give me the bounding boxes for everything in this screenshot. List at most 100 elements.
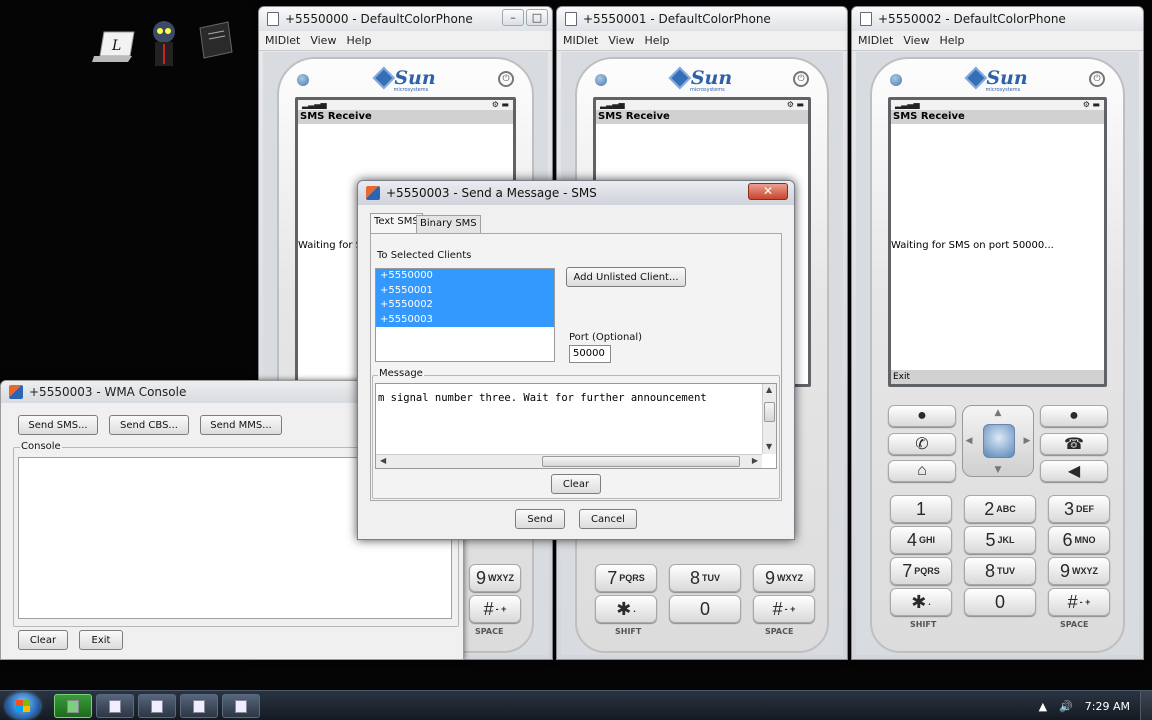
sun-logo: Sun	[372, 66, 436, 90]
key-hash[interactable]: # - +	[469, 595, 521, 623]
key-5[interactable]: 5 JKL	[964, 526, 1036, 554]
close-button[interactable]: ✕	[748, 183, 788, 200]
dialog-title: +5550003 - Send a Message - SMS	[386, 186, 597, 200]
power-icon[interactable]: ⏻	[793, 71, 809, 87]
clock[interactable]: 7:29 AM	[1085, 700, 1130, 713]
power-icon[interactable]: ⏻	[1089, 71, 1105, 87]
taskbar-app-4[interactable]	[222, 694, 260, 718]
soft-right-key[interactable]: ●	[1040, 405, 1108, 427]
sun-subtitle: microsystems	[985, 87, 1021, 93]
tab-binary-sms[interactable]: Binary SMS	[416, 215, 481, 233]
sun-logo: Sun	[668, 66, 732, 90]
send-button[interactable]: Send	[515, 509, 565, 529]
soft-left-key[interactable]: ●	[888, 405, 956, 427]
key-2[interactable]: 2 ABC	[964, 495, 1036, 523]
list-item[interactable]: +5550000	[376, 269, 554, 284]
menu-help[interactable]: Help	[939, 34, 964, 47]
console-title: +5550003 - WMA Console	[29, 385, 187, 399]
emulator-title-bar[interactable]: +5550000 - DefaultColorPhone – □	[259, 7, 552, 31]
key-1[interactable]: 1	[890, 495, 952, 523]
menu-midlet[interactable]: MIDlet	[858, 34, 893, 47]
select-button[interactable]	[982, 424, 1015, 458]
to-selected-clients-label: To Selected Clients	[377, 250, 472, 261]
menu-help[interactable]: Help	[644, 34, 669, 47]
key-7[interactable]: 7 PQRS	[595, 564, 657, 592]
list-item[interactable]: +5550001	[376, 283, 554, 298]
message-clear-button[interactable]: Clear	[551, 474, 601, 494]
menu-view[interactable]: View	[608, 34, 634, 47]
key-7[interactable]: 7 PQRS	[890, 557, 952, 585]
phone-body: Sun microsystems ⏻ ▂▃▄▅ ⚙ ▬ SMS Receive W…	[870, 57, 1125, 653]
message-textarea[interactable]: m signal number three. Wait for further …	[375, 383, 777, 469]
key-hash[interactable]: # - +	[1048, 588, 1110, 616]
port-field[interactable]: 50000	[569, 345, 611, 363]
console-clear-button[interactable]: Clear	[18, 630, 68, 650]
menu-view[interactable]: View	[903, 34, 929, 47]
key-9[interactable]: 9 WXYZ	[753, 564, 815, 592]
key-hash[interactable]: # - +	[753, 595, 815, 623]
message-text: m signal number three. Wait for further …	[378, 392, 707, 404]
character-desktop-icon[interactable]	[144, 18, 184, 70]
minimize-button[interactable]: –	[502, 9, 524, 26]
call-key[interactable]: ✆	[888, 433, 956, 455]
soft-key-exit[interactable]: Exit	[891, 370, 1104, 384]
home-key[interactable]: ⌂	[888, 460, 956, 482]
end-call-key[interactable]: ☎	[1040, 433, 1108, 455]
notebook-desktop-icon[interactable]	[192, 18, 236, 62]
key-0[interactable]: 0	[669, 595, 741, 623]
emulator-window-5550002[interactable]: +5550002 - DefaultColorPhone MIDlet View…	[851, 6, 1144, 660]
send-mms-button[interactable]: Send MMS...	[200, 415, 282, 435]
key-0[interactable]: 0	[964, 588, 1036, 616]
cancel-button[interactable]: Cancel	[579, 509, 637, 529]
client-list[interactable]: +5550000 +5550001 +5550002 +5550003	[375, 268, 555, 362]
send-message-dialog[interactable]: +5550003 - Send a Message - SMS ✕ Text S…	[357, 180, 795, 540]
key-9[interactable]: 9 WXYZ	[469, 564, 521, 592]
taskbar-app-3[interactable]	[180, 694, 218, 718]
add-unlisted-client-button[interactable]: Add Unlisted Client...	[566, 267, 686, 287]
menu-view[interactable]: View	[310, 34, 336, 47]
emulator-menu-bar: MIDlet View Help	[259, 31, 552, 51]
show-hidden-icons-icon[interactable]: ▲	[1039, 700, 1047, 713]
send-sms-button[interactable]: Send SMS...	[18, 415, 98, 435]
key-4[interactable]: 4 GHI	[890, 526, 952, 554]
dialog-title-bar[interactable]: +5550003 - Send a Message - SMS ✕	[358, 181, 794, 205]
menu-help[interactable]: Help	[346, 34, 371, 47]
scroll-thumb[interactable]	[542, 456, 740, 467]
start-button[interactable]	[6, 693, 40, 719]
tab-text-sms[interactable]: Text SMS	[370, 213, 423, 233]
console-exit-button[interactable]: Exit	[79, 630, 123, 650]
key-star[interactable]: ✱.	[595, 595, 657, 623]
phone-app-icon	[565, 12, 577, 26]
navigation-pad[interactable]: ▲ ▼ ◀ ▶	[961, 405, 1034, 477]
list-item[interactable]: +5550003	[376, 312, 554, 327]
key-6[interactable]: 6 MNO	[1048, 526, 1110, 554]
maximize-button[interactable]: □	[526, 9, 548, 26]
key-8[interactable]: 8 TUV	[964, 557, 1036, 585]
menu-midlet[interactable]: MIDlet	[265, 34, 300, 47]
key-star[interactable]: ✱.	[890, 588, 952, 616]
svg-text:L: L	[111, 38, 121, 54]
emulator-title-bar[interactable]: +5550001 - DefaultColorPhone	[557, 7, 847, 31]
taskbar-app-java[interactable]	[54, 694, 92, 718]
back-key[interactable]: ◀	[1040, 460, 1108, 482]
send-cbs-button[interactable]: Send CBS...	[109, 415, 189, 435]
taskbar-app-1[interactable]	[96, 694, 134, 718]
space-caption: SPACE	[1060, 620, 1089, 629]
emulator-title-bar[interactable]: +5550002 - DefaultColorPhone	[852, 7, 1143, 31]
emulator-title: +5550002 - DefaultColorPhone	[878, 12, 1066, 26]
key-3[interactable]: 3 DEF	[1048, 495, 1110, 523]
vertical-scrollbar[interactable]: ▲ ▼	[762, 384, 776, 454]
laptop-desktop-icon[interactable]: L	[92, 30, 138, 64]
show-desktop-button[interactable]	[1140, 691, 1152, 720]
phone-screen[interactable]: ▂▃▄▅ ⚙ ▬ SMS Receive Waiting for SMS on p…	[888, 97, 1107, 387]
horizontal-scrollbar[interactable]: ◀ ▶	[376, 454, 762, 468]
key-9[interactable]: 9 WXYZ	[1048, 557, 1110, 585]
taskbar-app-2[interactable]	[138, 694, 176, 718]
menu-midlet[interactable]: MIDlet	[563, 34, 598, 47]
key-8[interactable]: 8 TUV	[669, 564, 741, 592]
power-icon[interactable]: ⏻	[498, 71, 514, 87]
volume-icon[interactable]: 🔊	[1059, 700, 1073, 713]
space-caption: SPACE	[475, 627, 504, 636]
screen-title: SMS Receive	[891, 110, 1104, 124]
list-item[interactable]: +5550002	[376, 298, 554, 313]
